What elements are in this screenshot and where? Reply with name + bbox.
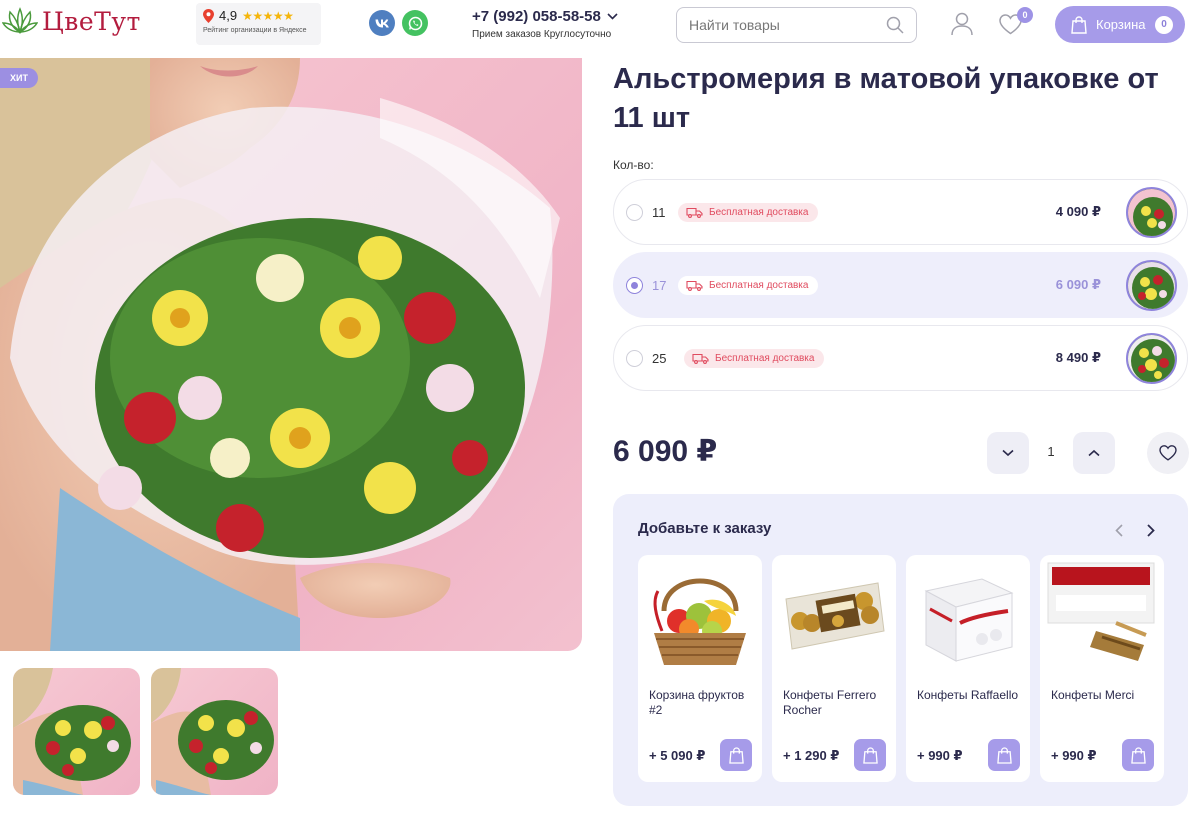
hit-badge: ХИТ <box>0 68 38 88</box>
cart-label: Корзина <box>1096 17 1146 32</box>
product-thumbnail[interactable] <box>151 668 278 795</box>
add-to-cart-button[interactable] <box>720 739 752 771</box>
option-count: 25 <box>652 350 667 366</box>
free-delivery-badge: Бесплатная доставка <box>684 348 825 368</box>
chevron-down-icon <box>607 13 618 20</box>
add-to-order-section: Добавьте к заказу Корзина фруктов #2 + 5… <box>613 494 1188 806</box>
delivery-text: Бесплатная доставка <box>709 279 809 291</box>
rating-caption: Рейтинг организации в Яндексе <box>203 27 307 34</box>
raffaello-image <box>924 578 1014 662</box>
quantity-decrease-button[interactable] <box>987 432 1029 474</box>
favorites-count-badge: 0 <box>1017 7 1033 23</box>
add-to-cart-button[interactable] <box>988 739 1020 771</box>
free-delivery-badge: Бесплатная доставка <box>678 202 819 222</box>
cart-button[interactable]: Корзина 0 <box>1055 6 1185 43</box>
addon-name: Корзина фруктов #2 <box>649 688 745 717</box>
addon-price: + 5 090 ₽ <box>649 748 706 763</box>
ferrero-rocher-image <box>785 582 885 650</box>
addon-name: Конфеты Merci <box>1051 688 1135 702</box>
quantity-option[interactable]: 11 Бесплатная доставка 4 090 ₽ <box>613 179 1188 245</box>
search-icon[interactable] <box>886 16 904 34</box>
delivery-text: Бесплатная доставка <box>715 352 815 364</box>
truck-icon <box>686 207 703 218</box>
quantity-option[interactable]: 25 Бесплатная доставка 8 490 ₽ <box>613 325 1188 391</box>
shopping-bag-icon <box>1071 15 1087 34</box>
quantity-label: Кол-во: <box>613 158 654 172</box>
option-thumbnail <box>1126 333 1177 384</box>
shopping-bag-icon <box>996 746 1012 764</box>
option-price: 8 490 ₽ <box>1055 350 1101 365</box>
addon-card[interactable]: Конфеты Merci + 990 ₽ <box>1040 555 1164 782</box>
option-radio[interactable] <box>626 203 643 221</box>
site-header: ЦвеТут 4,9 ★★★★★ Рейтинг организации в Я… <box>0 0 1191 50</box>
logo-text: ЦвеТут <box>42 6 141 36</box>
truck-icon <box>686 280 703 291</box>
option-radio-selected[interactable] <box>626 276 643 294</box>
product-title: Альстромерия в матовой упаковке от 11 шт <box>613 63 1159 134</box>
add-to-cart-button[interactable] <box>854 739 886 771</box>
heart-icon <box>1159 445 1177 461</box>
chevron-down-icon <box>1002 449 1014 457</box>
addon-price: + 1 290 ₽ <box>783 748 840 763</box>
addon-price: + 990 ₽ <box>1051 748 1097 763</box>
phone-subtitle: Прием заказов Круглосуточно <box>472 29 612 40</box>
shopping-bag-icon <box>728 746 744 764</box>
product-page: ЦвеТут 4,9 ★★★★★ Рейтинг организации в Я… <box>0 0 1191 813</box>
free-delivery-badge: Бесплатная доставка <box>678 275 819 295</box>
truck-icon <box>692 353 709 364</box>
yandex-rating[interactable]: 4,9 ★★★★★ Рейтинг организации в Яндексе <box>196 3 321 45</box>
delivery-text: Бесплатная доставка <box>709 206 809 218</box>
product-thumbnail[interactable] <box>13 668 140 795</box>
quantity-increase-button[interactable] <box>1073 432 1115 474</box>
addon-card[interactable]: Конфеты Ferrero Rocher + 1 290 ₽ <box>772 555 896 782</box>
shopping-bag-icon <box>1130 746 1146 764</box>
map-pin-icon <box>203 8 214 23</box>
addon-card[interactable]: Конфеты Raffaello + 990 ₽ <box>906 555 1030 782</box>
carousel-prev-button[interactable] <box>1111 522 1127 538</box>
cart-count-badge: 0 <box>1155 15 1173 34</box>
option-count: 11 <box>652 204 666 220</box>
option-thumbnail <box>1126 260 1177 311</box>
option-price: 6 090 ₽ <box>1055 277 1101 292</box>
quantity-value[interactable]: 1 <box>1029 444 1073 459</box>
carousel-next-button[interactable] <box>1143 522 1159 538</box>
addon-name: Конфеты Raffaello <box>917 688 1019 702</box>
addon-name: Конфеты Ferrero Rocher <box>783 688 877 717</box>
addon-price: + 990 ₽ <box>917 748 963 763</box>
fruit-basket-image <box>653 578 746 665</box>
phone-number[interactable]: +7 (992) 058-58-58 <box>472 8 618 25</box>
chevron-up-icon <box>1088 449 1100 457</box>
product-price: 6 090 ₽ <box>613 435 718 468</box>
shopping-bag-icon <box>862 746 878 764</box>
vk-icon[interactable] <box>369 10 395 36</box>
option-count: 17 <box>652 277 667 293</box>
search-box <box>676 7 917 43</box>
option-price: 4 090 ₽ <box>1055 204 1101 219</box>
whatsapp-icon[interactable] <box>402 10 428 36</box>
product-main-image[interactable] <box>0 58 582 651</box>
logo[interactable]: ЦвеТут <box>2 6 141 36</box>
add-to-order-title: Добавьте к заказу <box>638 520 772 537</box>
add-to-cart-button[interactable] <box>1122 739 1154 771</box>
option-radio[interactable] <box>626 349 643 367</box>
add-to-favorites-button[interactable] <box>1147 432 1189 474</box>
lotus-logo-icon <box>2 7 38 35</box>
merci-image <box>1047 562 1155 661</box>
addon-card[interactable]: Корзина фруктов #2 + 5 090 ₽ <box>638 555 762 782</box>
user-icon[interactable] <box>950 12 974 36</box>
option-thumbnail <box>1126 187 1177 238</box>
search-input[interactable] <box>689 17 869 33</box>
rating-stars: ★★★★★ <box>242 8 294 23</box>
rating-value: 4,9 <box>219 8 238 23</box>
chevron-right-icon <box>1147 523 1155 537</box>
chevron-left-icon <box>1115 523 1123 537</box>
phone-text: +7 (992) 058-58-58 <box>472 8 601 25</box>
quantity-option[interactable]: 17 Бесплатная доставка 6 090 ₽ <box>613 252 1188 318</box>
